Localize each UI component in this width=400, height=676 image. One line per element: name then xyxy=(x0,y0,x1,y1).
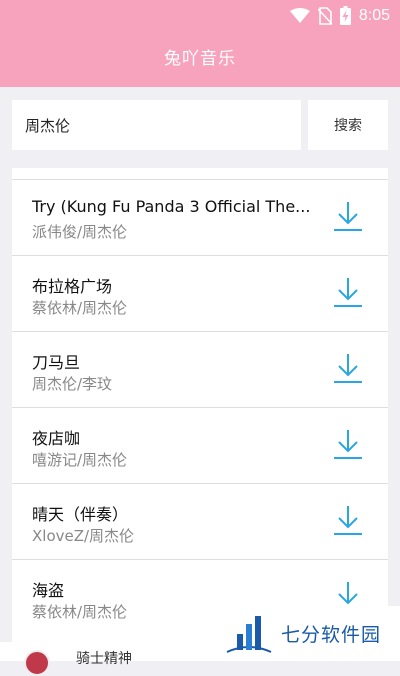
song-artist: 嘻游记/周杰伦 xyxy=(32,451,128,469)
search-input[interactable] xyxy=(25,116,285,134)
watermark: 七分软件园 xyxy=(203,606,400,661)
battery-charging-icon xyxy=(339,6,351,25)
song-row[interactable]: 布拉格广场 蔡依林/周杰伦 xyxy=(12,256,388,332)
watermark-text: 七分软件园 xyxy=(281,624,382,646)
download-icon[interactable] xyxy=(332,352,364,386)
song-row[interactable]: 夜店咖 嘻游记/周杰伦 xyxy=(12,408,388,484)
download-icon[interactable] xyxy=(332,504,364,538)
download-icon[interactable] xyxy=(332,428,364,462)
song-row[interactable]: Try (Kung Fu Panda 3 Official The... 派伟俊… xyxy=(12,180,388,256)
download-icon[interactable] xyxy=(332,276,364,310)
song-title: 海盗 xyxy=(32,581,65,600)
app-bar: 兔吖音乐 xyxy=(0,33,400,87)
wifi-icon xyxy=(289,7,310,23)
no-sim-icon xyxy=(317,6,332,25)
now-playing-title: 骑士精神 xyxy=(76,651,132,667)
song-artist: 蔡依林/周杰伦 xyxy=(32,603,128,621)
app-title: 兔吖音乐 xyxy=(164,49,236,69)
song-title: 夜店咖 xyxy=(32,429,81,448)
status-time: 8:05 xyxy=(358,6,390,24)
list-top-edge xyxy=(12,168,388,180)
song-row[interactable]: 晴天（伴奏） XloveZ/周杰伦 xyxy=(12,484,388,560)
watermark-logo-icon xyxy=(226,615,272,653)
song-title: 刀马旦 xyxy=(32,353,81,372)
song-title: Try (Kung Fu Panda 3 Official The... xyxy=(32,197,311,216)
song-artist: 派伟俊/周杰伦 xyxy=(32,223,128,241)
download-icon[interactable] xyxy=(332,200,364,234)
song-artist: XloveZ/周杰伦 xyxy=(32,527,135,545)
song-artist: 蔡依林/周杰伦 xyxy=(32,299,128,317)
song-title: 晴天（伴奏） xyxy=(32,505,129,524)
song-artist: 周杰伦/李玟 xyxy=(32,375,113,393)
song-title: 布拉格广场 xyxy=(32,277,113,296)
album-cover[interactable] xyxy=(24,650,50,676)
search-field[interactable] xyxy=(12,100,301,150)
search-button[interactable]: 搜索 xyxy=(308,100,388,150)
song-row[interactable]: 刀马旦 周杰伦/李玟 xyxy=(12,332,388,408)
status-icons: 8:05 xyxy=(289,6,390,25)
status-bar: 8:05 xyxy=(0,0,400,33)
song-list[interactable]: Try (Kung Fu Panda 3 Official The... 派伟俊… xyxy=(12,168,388,642)
